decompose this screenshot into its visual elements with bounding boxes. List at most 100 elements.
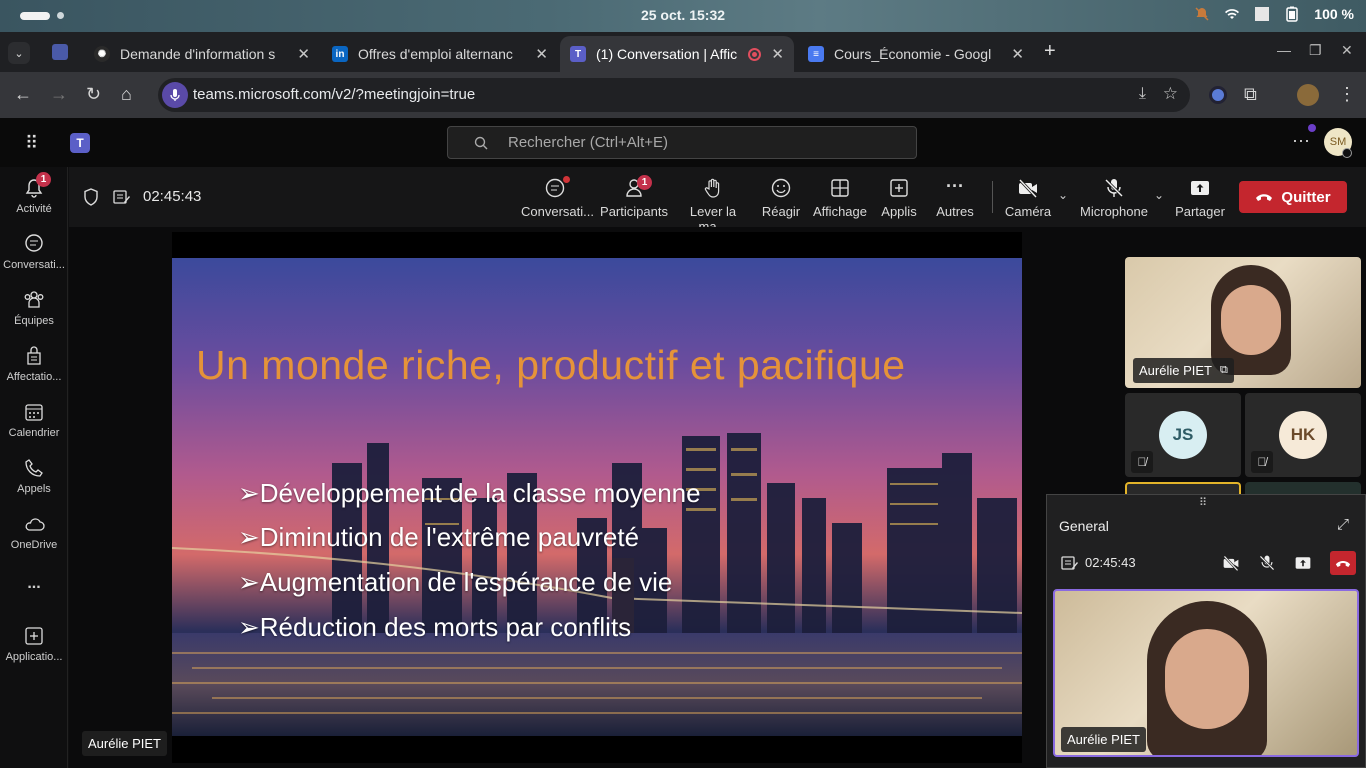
tab-demande-information[interactable]: ✺ Demande d'information s ✕ (84, 36, 320, 72)
bookmark-star-icon[interactable]: ☆ (1163, 84, 1178, 104)
wifi-icon[interactable] (1224, 6, 1240, 22)
close-window-icon[interactable]: ✕ (1341, 42, 1353, 59)
more-actions-button[interactable]: ··· Autres (933, 177, 977, 219)
system-clock[interactable]: 25 oct. 15:32 (0, 7, 1366, 23)
meeting-notes-icon[interactable] (113, 189, 131, 205)
mini-participant-video[interactable]: Aurélie PIET (1053, 589, 1359, 757)
compact-meeting-window[interactable]: ⠿ General ⤢ 02:45:43 Aurélie PIET (1046, 494, 1366, 768)
meeting-control-bar: 02:45:43 Conversati... 1 Participants Le… (69, 167, 1366, 234)
teams-icon: T (570, 46, 586, 62)
close-tab-icon[interactable]: ✕ (1011, 45, 1024, 63)
view-button[interactable]: Affichage (811, 177, 869, 219)
profile-avatar[interactable] (1297, 84, 1319, 106)
rail-item-appels[interactable]: Appels (0, 457, 68, 495)
participants-badge: 1 (637, 175, 652, 190)
microphone-permission-icon[interactable] (162, 82, 188, 108)
address-bar[interactable]: teams.microsoft.com/v2/?meetingjoin=true… (158, 78, 1190, 112)
slide-bullet: ➢Réduction des morts par conflits (238, 612, 632, 642)
forward-icon[interactable]: → (50, 84, 68, 105)
openai-icon: ✺ (94, 46, 110, 62)
rail-item-affectations[interactable]: Affectatio... (0, 345, 68, 383)
drag-handle-icon[interactable]: ⠿ (1199, 496, 1207, 509)
participant-video-tile[interactable]: Aurélie PIET ⧉ (1125, 257, 1361, 388)
mini-leave-button[interactable] (1330, 551, 1356, 575)
microphone-off-icon[interactable] (1258, 554, 1276, 572)
muted-mic-icon: 🎙̸ (1131, 451, 1153, 473)
apps-button[interactable]: Applis (877, 177, 921, 219)
share-screen-icon[interactable] (1294, 554, 1312, 572)
new-tab-button[interactable]: + (1044, 40, 1056, 63)
browser-toolbar: ← → ↻ ⌂ teams.microsoft.com/v2/?meetingj… (0, 72, 1366, 118)
participants-button[interactable]: 1 Participants (600, 175, 668, 219)
slide-bullet: ➢Diminution de l'extrême pauvreté (238, 522, 640, 552)
mini-video-name: Aurélie PIET (1061, 727, 1146, 752)
share-label: Partager (1175, 204, 1225, 219)
mini-window-title: General (1059, 518, 1109, 534)
participant-initials: HK (1290, 425, 1316, 444)
mute-notifications-icon[interactable] (1194, 6, 1210, 22)
rail-label: OneDrive (10, 539, 58, 551)
expand-icon[interactable]: ⤢ (1337, 516, 1349, 533)
home-icon[interactable]: ⌂ (121, 84, 132, 105)
tab-title: Demande d'information s (120, 46, 276, 62)
close-tab-icon[interactable]: ✕ (297, 45, 310, 63)
participant-tile-js[interactable]: JS 🎙̸ (1125, 393, 1241, 477)
react-button[interactable]: Réagir (757, 177, 805, 219)
rail-item-conversation[interactable]: Conversati... (0, 233, 68, 271)
left-app-rail: Activité 1 Conversati... Équipes Affecta… (0, 167, 68, 768)
tab-search-button[interactable]: ⌄ (8, 42, 30, 64)
app-launcher-icon[interactable]: ⠿ (25, 133, 38, 154)
tab-title: (1) Conversation | Affic (596, 46, 738, 62)
raise-hand-button[interactable]: Lever la ma... (677, 177, 749, 234)
battery-percent: 100 % (1314, 6, 1354, 22)
install-app-icon[interactable]: ⤓ (1139, 85, 1146, 103)
camera-off-icon[interactable] (1222, 554, 1240, 572)
extensions-puzzle-icon[interactable]: ⧉ (1244, 84, 1257, 105)
rail-label: Équipes (14, 315, 54, 327)
reload-icon[interactable]: ↻ (86, 84, 101, 105)
participant-name-chip: Aurélie PIET ⧉ (1133, 358, 1234, 383)
settings-more-icon[interactable]: ··· (1292, 130, 1310, 151)
minimize-window-icon[interactable]: — (1277, 42, 1291, 58)
slide-title: Un monde riche, productif et pacifique (196, 342, 906, 388)
rail-more-button[interactable]: ... (0, 575, 68, 593)
meeting-notes-icon[interactable] (1061, 555, 1079, 571)
participant-tile-hk[interactable]: HK 🎙̸ (1245, 393, 1361, 477)
search-box[interactable]: Rechercher (Ctrl+Alt+E) (447, 126, 917, 159)
rail-item-applications[interactable]: Applicatio... (0, 625, 68, 663)
react-label: Réagir (761, 204, 801, 219)
microphone-options-chevron-icon[interactable]: ⌄ (1154, 188, 1164, 202)
user-initials: SM (1329, 136, 1347, 148)
tab-cours-economie[interactable]: ≡ Cours_Économie - Googl ✕ (798, 36, 1034, 72)
extension-icon[interactable] (1209, 86, 1227, 104)
shield-icon[interactable] (83, 188, 99, 206)
rail-item-equipes[interactable]: Équipes (0, 289, 68, 327)
add-apps-icon (25, 627, 43, 645)
share-button[interactable]: Partager (1175, 177, 1225, 219)
back-icon[interactable]: ← (14, 84, 32, 105)
microphone-button[interactable]: Microphone (1077, 177, 1151, 219)
close-tab-icon[interactable]: ✕ (535, 45, 548, 63)
battery-icon[interactable] (1284, 6, 1300, 22)
chat-button[interactable]: Conversati... (521, 176, 594, 219)
url-text[interactable]: teams.microsoft.com/v2/?meetingjoin=true (193, 86, 475, 103)
browser-menu-icon[interactable]: ⋮ (1338, 84, 1356, 105)
camera-options-chevron-icon[interactable]: ⌄ (1058, 188, 1068, 202)
rail-item-activite[interactable]: Activité 1 (0, 172, 68, 215)
rail-label: Applicatio... (5, 651, 63, 663)
maximize-window-icon[interactable]: ❐ (1309, 42, 1322, 59)
tab-group-icon[interactable] (52, 44, 68, 60)
assignment-icon (27, 346, 41, 365)
rail-item-calendrier[interactable]: Calendrier (0, 401, 68, 439)
search-placeholder: Rechercher (Ctrl+Alt+E) (508, 134, 669, 151)
emoji-icon (771, 178, 791, 198)
leave-meeting-button[interactable]: Quitter (1239, 181, 1347, 213)
tab-offres-emploi[interactable]: in Offres d'emploi alternanc ✕ (322, 36, 558, 72)
close-tab-icon[interactable]: ✕ (771, 45, 784, 63)
browser-tab-bar: ⌄ ✺ Demande d'information s ✕ in Offres … (0, 32, 1366, 72)
rail-item-onedrive[interactable]: OneDrive (0, 513, 68, 551)
screen-icon[interactable] (1254, 6, 1270, 22)
tab-teams-conversation[interactable]: T (1) Conversation | Affic ✕ (560, 36, 794, 72)
camera-button[interactable]: Caméra (1003, 177, 1053, 219)
shared-presentation: Un monde riche, productif et pacifique ➢… (172, 232, 1022, 763)
